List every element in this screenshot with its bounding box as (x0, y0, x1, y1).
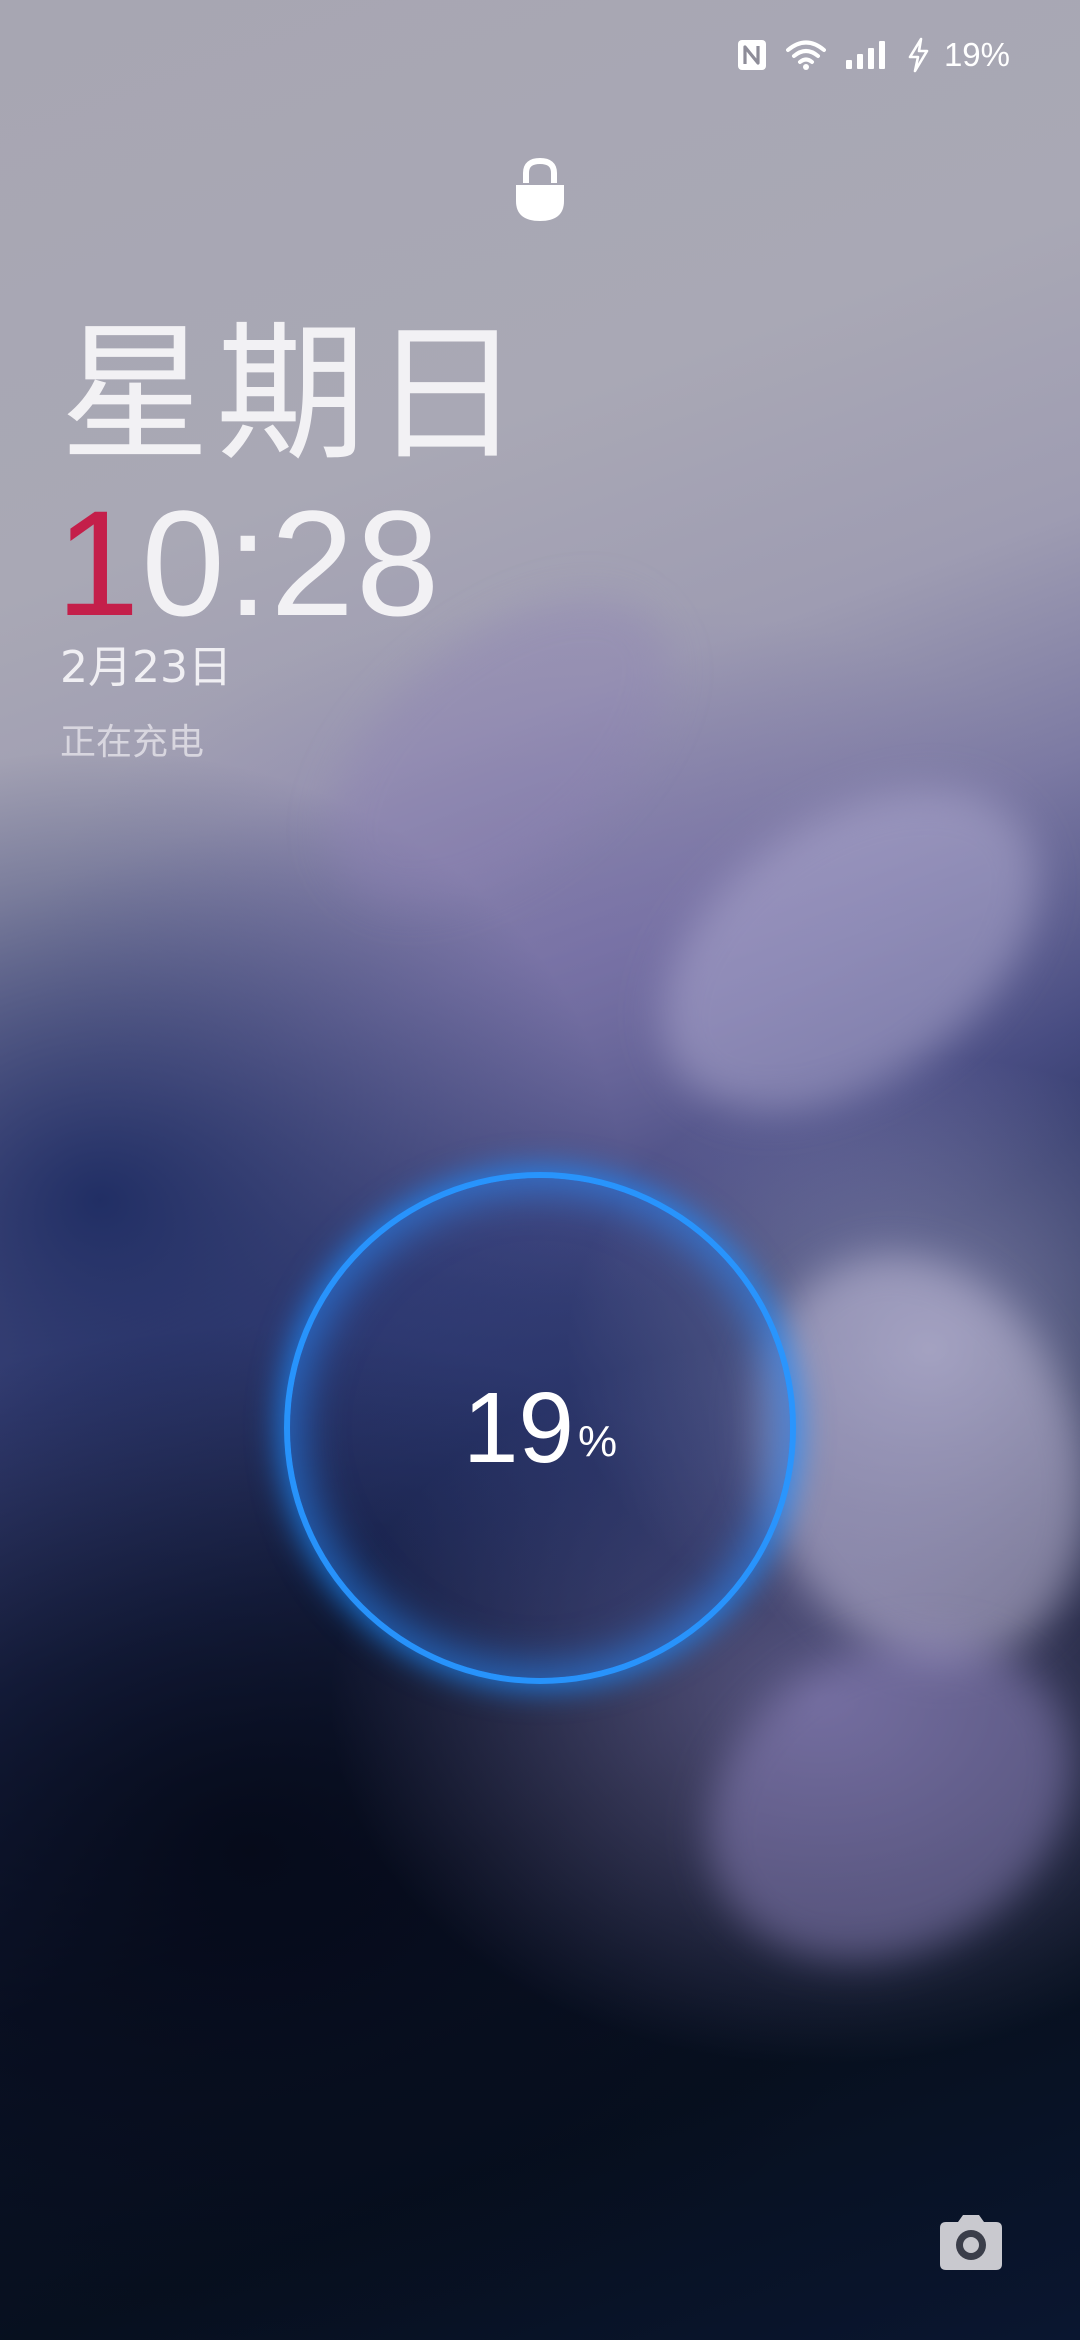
status-bar: 19% (736, 30, 1010, 80)
wifi-icon (785, 39, 826, 71)
wallpaper-cloud (603, 723, 1080, 1177)
charging-ring: 19 % (290, 1178, 790, 1678)
clock-time-rest: 0:28 (141, 479, 442, 647)
charging-status: 正在充电 (60, 722, 205, 763)
charge-level: 19 % (290, 1178, 790, 1678)
signal-icon (844, 39, 888, 71)
clock-accent-digit: 1 (56, 479, 142, 647)
lock-icon[interactable] (510, 155, 570, 225)
date-label: 2月23日 (60, 642, 232, 693)
camera-icon[interactable] (938, 2212, 1004, 2272)
charge-level-unit: % (578, 1417, 618, 1466)
battery-percentage: 19% (943, 36, 1010, 73)
weekday-label: 星期日 (60, 308, 529, 482)
charging-bolt-icon (906, 37, 930, 73)
charge-level-number: 19 (462, 1372, 575, 1484)
lock-screen: 19% 星期日 10:28 2月23日 正在充电 19 % (0, 0, 1080, 2340)
clock-time: 10:28 (56, 478, 441, 648)
nfc-icon (736, 38, 768, 72)
